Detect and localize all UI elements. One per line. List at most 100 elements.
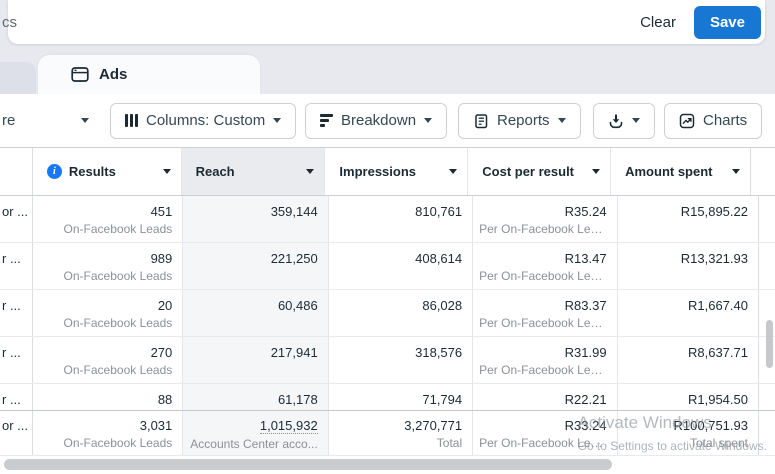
totals-impressions-cell: 3,270,771 Total xyxy=(327,411,472,455)
header-cost-per-result[interactable]: Cost per result xyxy=(467,148,610,195)
save-button[interactable]: Save xyxy=(693,5,761,39)
totals-spent-subtext: Total spent xyxy=(689,437,748,450)
impressions-cell: 86,028 xyxy=(327,290,472,336)
results-cell: 88 xyxy=(33,384,182,410)
top-bar: cs Clear Save xyxy=(0,0,775,46)
charts-icon xyxy=(679,113,695,128)
columns-button[interactable]: Columns: Custom xyxy=(110,102,297,139)
cost-per-result-cell: R83.37 Per On-Facebook Leads xyxy=(472,290,616,336)
header-impressions[interactable]: Impressions xyxy=(324,148,467,195)
chevron-down-icon xyxy=(424,118,433,123)
info-icon[interactable]: i xyxy=(46,164,62,179)
horizontal-scrollbar-thumb[interactable] xyxy=(4,459,612,470)
more-button-truncated[interactable]: re xyxy=(2,112,90,129)
tab-ads-label: Ads xyxy=(99,66,128,83)
truncated-metrics-text: cs xyxy=(2,13,17,31)
reach-value: 60,486 xyxy=(277,298,318,313)
chevron-down-icon xyxy=(81,118,90,123)
cost-value: R22.21 xyxy=(564,392,607,407)
totals-spent-cell: R100,751.93 Total spent xyxy=(616,411,759,455)
chevron-down-icon xyxy=(557,118,566,123)
reports-button-label: Reports xyxy=(497,112,550,129)
cost-subtext: Per On-Facebook Leads xyxy=(479,364,607,377)
impressions-value: 408,614 xyxy=(415,251,463,266)
more-button-label: re xyxy=(2,112,16,129)
reports-icon xyxy=(475,113,488,128)
header-results-label: Results xyxy=(68,164,116,179)
table-row: r ... 20 On-Facebook Leads 60,486 86,028… xyxy=(0,290,775,337)
row-gutter xyxy=(759,384,775,410)
chevron-down-icon[interactable] xyxy=(449,169,458,174)
chevron-down-icon xyxy=(273,118,282,123)
row-name-cell[interactable]: r ... xyxy=(0,290,33,336)
tab-partial-left[interactable] xyxy=(0,62,36,94)
row-name-cell[interactable]: r ... xyxy=(0,384,33,410)
reach-value: 217,941 xyxy=(270,345,318,360)
row-name-cell[interactable]: or ... xyxy=(0,196,33,242)
reach-cell: 359,144 xyxy=(182,196,328,242)
totals-reach-value[interactable]: 1,015,932 xyxy=(259,418,318,434)
cost-per-result-cell: R31.99 Per On-Facebook Leads xyxy=(472,337,616,383)
row-name-fragment: r ... xyxy=(2,298,21,313)
breakdown-button[interactable]: Breakdown xyxy=(305,102,448,139)
clear-button[interactable]: Clear xyxy=(630,8,686,37)
reach-value: 221,250 xyxy=(270,251,318,266)
impressions-cell: 318,576 xyxy=(327,337,472,383)
cost-per-result-cell: R13.47 Per On-Facebook Leads xyxy=(472,243,616,289)
cost-subtext: Per On-Facebook Leads xyxy=(479,223,607,236)
header-cost-per-result-label: Cost per result xyxy=(482,164,575,179)
totals-results-subtext: On-Facebook Leads xyxy=(63,437,173,450)
cost-subtext: Per On-Facebook Leads xyxy=(479,270,607,283)
reach-cell: 60,486 xyxy=(182,290,328,336)
tab-ads[interactable]: Ads xyxy=(38,55,260,94)
spent-value: R13,321.93 xyxy=(680,251,748,266)
table-header-row: i Results Reach Impressions Cost per res… xyxy=(0,148,775,196)
results-value: 989 xyxy=(150,251,173,266)
charts-button[interactable]: Charts xyxy=(664,102,763,139)
row-name-fragment: r ... xyxy=(2,251,21,266)
tab-strip: Ads xyxy=(0,46,775,94)
header-results[interactable]: i Results xyxy=(33,148,181,195)
row-gutter xyxy=(759,243,775,289)
row-name-fragment: r ... xyxy=(2,392,21,407)
header-reach[interactable]: Reach xyxy=(180,148,325,195)
row-name-fragment: r ... xyxy=(2,345,21,360)
spent-value: R1,667.40 xyxy=(687,298,748,313)
impressions-value: 810,761 xyxy=(415,204,463,219)
impressions-cell: 810,761 xyxy=(327,196,472,242)
header-amount-spent[interactable]: Amount spent xyxy=(610,148,751,195)
reach-value: 61,178 xyxy=(277,392,318,407)
totals-name-fragment: or ... xyxy=(2,418,29,433)
chevron-down-icon[interactable] xyxy=(732,169,740,174)
download-button[interactable] xyxy=(593,102,655,139)
reports-button[interactable]: Reports xyxy=(458,102,581,139)
header-impressions-label: Impressions xyxy=(339,164,417,179)
results-cell: 20 On-Facebook Leads xyxy=(33,290,182,336)
ads-window-icon xyxy=(71,67,89,82)
impressions-value: 71,794 xyxy=(422,392,463,407)
reach-value: 359,144 xyxy=(270,204,318,219)
vertical-scrollbar-thumb[interactable] xyxy=(766,320,773,368)
header-name-column[interactable] xyxy=(0,148,33,195)
breakdown-icon xyxy=(320,114,333,127)
columns-icon xyxy=(125,114,138,127)
cost-value: R35.24 xyxy=(564,204,607,219)
chevron-down-icon[interactable] xyxy=(306,169,315,174)
results-cell: 989 On-Facebook Leads xyxy=(33,243,182,289)
spent-value: R15,895.22 xyxy=(680,204,748,219)
totals-results-cell: 3,031 On-Facebook Leads xyxy=(33,411,182,455)
amount-spent-cell: R13,321.93 xyxy=(616,243,759,289)
results-subtext: On-Facebook Leads xyxy=(63,223,173,236)
breakdown-button-label: Breakdown xyxy=(341,112,417,129)
totals-spent-value: R100,751.93 xyxy=(673,418,748,433)
totals-cost-subtext: Per On-Facebook Leads xyxy=(479,437,607,450)
impressions-value: 318,576 xyxy=(415,345,463,360)
header-amount-spent-label: Amount spent xyxy=(625,164,713,179)
row-name-cell[interactable]: r ... xyxy=(0,337,33,383)
totals-cost-value: R33.24 xyxy=(564,418,607,433)
chevron-down-icon[interactable] xyxy=(592,169,601,174)
row-name-cell[interactable]: r ... xyxy=(0,243,33,289)
chevron-down-icon[interactable] xyxy=(162,169,171,174)
amount-spent-cell: R8,637.71 xyxy=(616,337,759,383)
reach-cell: 217,941 xyxy=(182,337,328,383)
